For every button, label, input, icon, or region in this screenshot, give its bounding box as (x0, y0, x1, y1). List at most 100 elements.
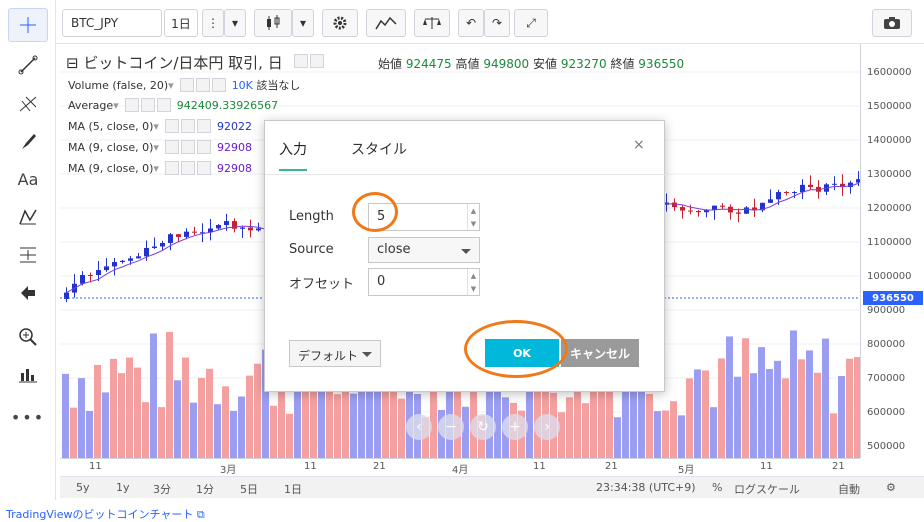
tab-inputs[interactable]: 入力 (279, 139, 307, 159)
offset-field[interactable]: 0 ▲ ▼ (368, 268, 480, 296)
percent-toggle[interactable]: % (712, 481, 722, 494)
price-axis[interactable]: 1600000 1500000 1400000 1300000 1200000 … (860, 44, 924, 458)
indicators-icon[interactable] (366, 9, 406, 37)
zoom-in-icon[interactable]: + (502, 414, 528, 440)
candle (216, 225, 221, 229)
offset-label: オフセット (289, 277, 355, 292)
volume-bar (174, 380, 181, 458)
indicator-value: 92908 (216, 161, 252, 175)
zoom-out-icon[interactable]: − (438, 414, 464, 440)
candle (720, 205, 725, 207)
measure-ruler-icon[interactable] (8, 358, 48, 392)
volume-bar (206, 368, 213, 458)
volume-bar (350, 393, 357, 458)
undo-icon[interactable]: ↶ (458, 9, 484, 37)
pattern-icon[interactable] (8, 200, 48, 234)
volume-bar (630, 387, 637, 458)
indicator-ma-9[interactable]: MA (9, close, 0) ▾ 92908 (68, 140, 252, 154)
candle (136, 256, 141, 259)
candle (696, 210, 701, 213)
range-3m[interactable]: 3分 (153, 481, 171, 497)
indicator-average[interactable]: Average ▾ 942409.33926567 (68, 98, 278, 112)
defaults-label: デフォルト (298, 349, 359, 363)
time-axis[interactable]: 11 3月 11 21 4月 11 21 5月 11 21 (60, 458, 860, 476)
legend-controls[interactable] (293, 54, 324, 68)
indicator-ma-9-b[interactable]: MA (9, close, 0) ▾ 92908 (68, 161, 252, 175)
volume-bar (774, 360, 781, 458)
price-label: 1200000 (867, 203, 912, 214)
more-tools-icon[interactable]: ••• (8, 400, 48, 434)
range-1m[interactable]: 1分 (196, 481, 214, 497)
candle (248, 227, 253, 231)
volume-bar (766, 368, 773, 458)
offset-stepper[interactable]: ▲ ▼ (467, 269, 479, 295)
interval-button[interactable]: 1日 (164, 9, 198, 37)
cancel-button[interactable]: キャンセル (561, 339, 639, 367)
range-5d[interactable]: 5日 (240, 481, 258, 497)
log-scale-toggle[interactable]: ログスケール (734, 481, 800, 497)
zoom-icon[interactable] (8, 320, 48, 354)
volume-bar (806, 350, 813, 458)
source-select[interactable]: close (368, 237, 480, 263)
length-stepper[interactable]: ▲ ▼ (467, 204, 479, 230)
text-tool-icon[interactable]: Aa (8, 162, 48, 196)
range-1y[interactable]: 1y (116, 481, 130, 494)
compare-scale-icon[interactable] (414, 9, 450, 37)
indicator-label: MA (9, close, 0) (68, 161, 154, 175)
tradingview-link[interactable]: TradingViewのビットコインチャート (6, 508, 193, 521)
time-label: 11 (760, 461, 773, 472)
volume-bar (782, 378, 789, 458)
scroll-right-icon[interactable]: › (534, 414, 560, 440)
dialog-divider (265, 174, 666, 175)
volume-bar (710, 407, 717, 458)
fullscreen-icon[interactable]: ⤢ (514, 9, 548, 37)
indicator-ma-5[interactable]: MA (5, close, 0) ▾ 92022 (68, 119, 252, 133)
indicator-value: 942409.33926567 (176, 98, 279, 112)
ohlc-values: 始値 924475 高値 949800 安値 923270 終値 936550 (378, 55, 684, 72)
redo-icon[interactable]: ↷ (484, 9, 510, 37)
tab-style[interactable]: スタイル (351, 139, 407, 159)
trend-line-icon[interactable] (8, 48, 48, 82)
volume-bar (846, 358, 853, 458)
indicator-label: MA (5, close, 0) (68, 119, 154, 133)
chevron-down-icon (461, 249, 471, 254)
symbol-search-input[interactable]: BTC_JPY (62, 9, 162, 37)
external-link-icon[interactable]: ⧉ (197, 508, 205, 521)
volume-bar (742, 338, 749, 458)
chart-type-dropdown-icon[interactable]: ▾ (292, 9, 314, 37)
volume-bar (270, 405, 277, 458)
candles-icon[interactable] (254, 9, 292, 37)
auto-scale-toggle[interactable]: 自動 (838, 481, 860, 497)
brush-icon[interactable] (8, 124, 48, 158)
highlight-ring-length (352, 192, 398, 232)
candle (240, 227, 245, 229)
candle (224, 221, 229, 226)
camera-icon[interactable] (872, 9, 912, 37)
candle (152, 246, 157, 248)
chart-legend-title: ⊟ ビットコイン/日本円 取引, 日 (66, 52, 330, 73)
price-label: 1500000 (867, 101, 912, 112)
measure-icon[interactable] (8, 238, 48, 272)
candle (192, 231, 197, 233)
defaults-button[interactable]: デフォルト (289, 340, 381, 367)
reset-icon[interactable]: ↻ (470, 414, 496, 440)
range-5y[interactable]: 5y (76, 481, 90, 494)
candle (792, 192, 797, 194)
volume-bar (694, 369, 701, 458)
crosshair-icon[interactable] (8, 8, 48, 42)
close-icon[interactable]: × (633, 137, 645, 153)
indicator-value: 92022 (216, 119, 252, 133)
collapse-icon[interactable]: ⊟ (66, 54, 79, 72)
gear-icon[interactable] (322, 9, 358, 37)
scroll-left-icon[interactable]: ‹ (406, 414, 432, 440)
more-intervals-icon[interactable]: ⋮ (202, 9, 224, 37)
arrow-left-icon[interactable] (8, 276, 48, 310)
interval-dropdown-icon[interactable]: ▾ (224, 9, 246, 37)
settings-gear-icon[interactable]: ⚙ (886, 481, 896, 494)
indicator-volume[interactable]: Volume (false, 20) ▾ 10K 該当なし (68, 77, 300, 93)
volume-bar (758, 347, 765, 458)
fib-tool-icon[interactable] (8, 86, 48, 120)
range-1d[interactable]: 1日 (284, 481, 302, 497)
time-label: 21 (605, 461, 618, 472)
volume-bar (686, 378, 693, 458)
